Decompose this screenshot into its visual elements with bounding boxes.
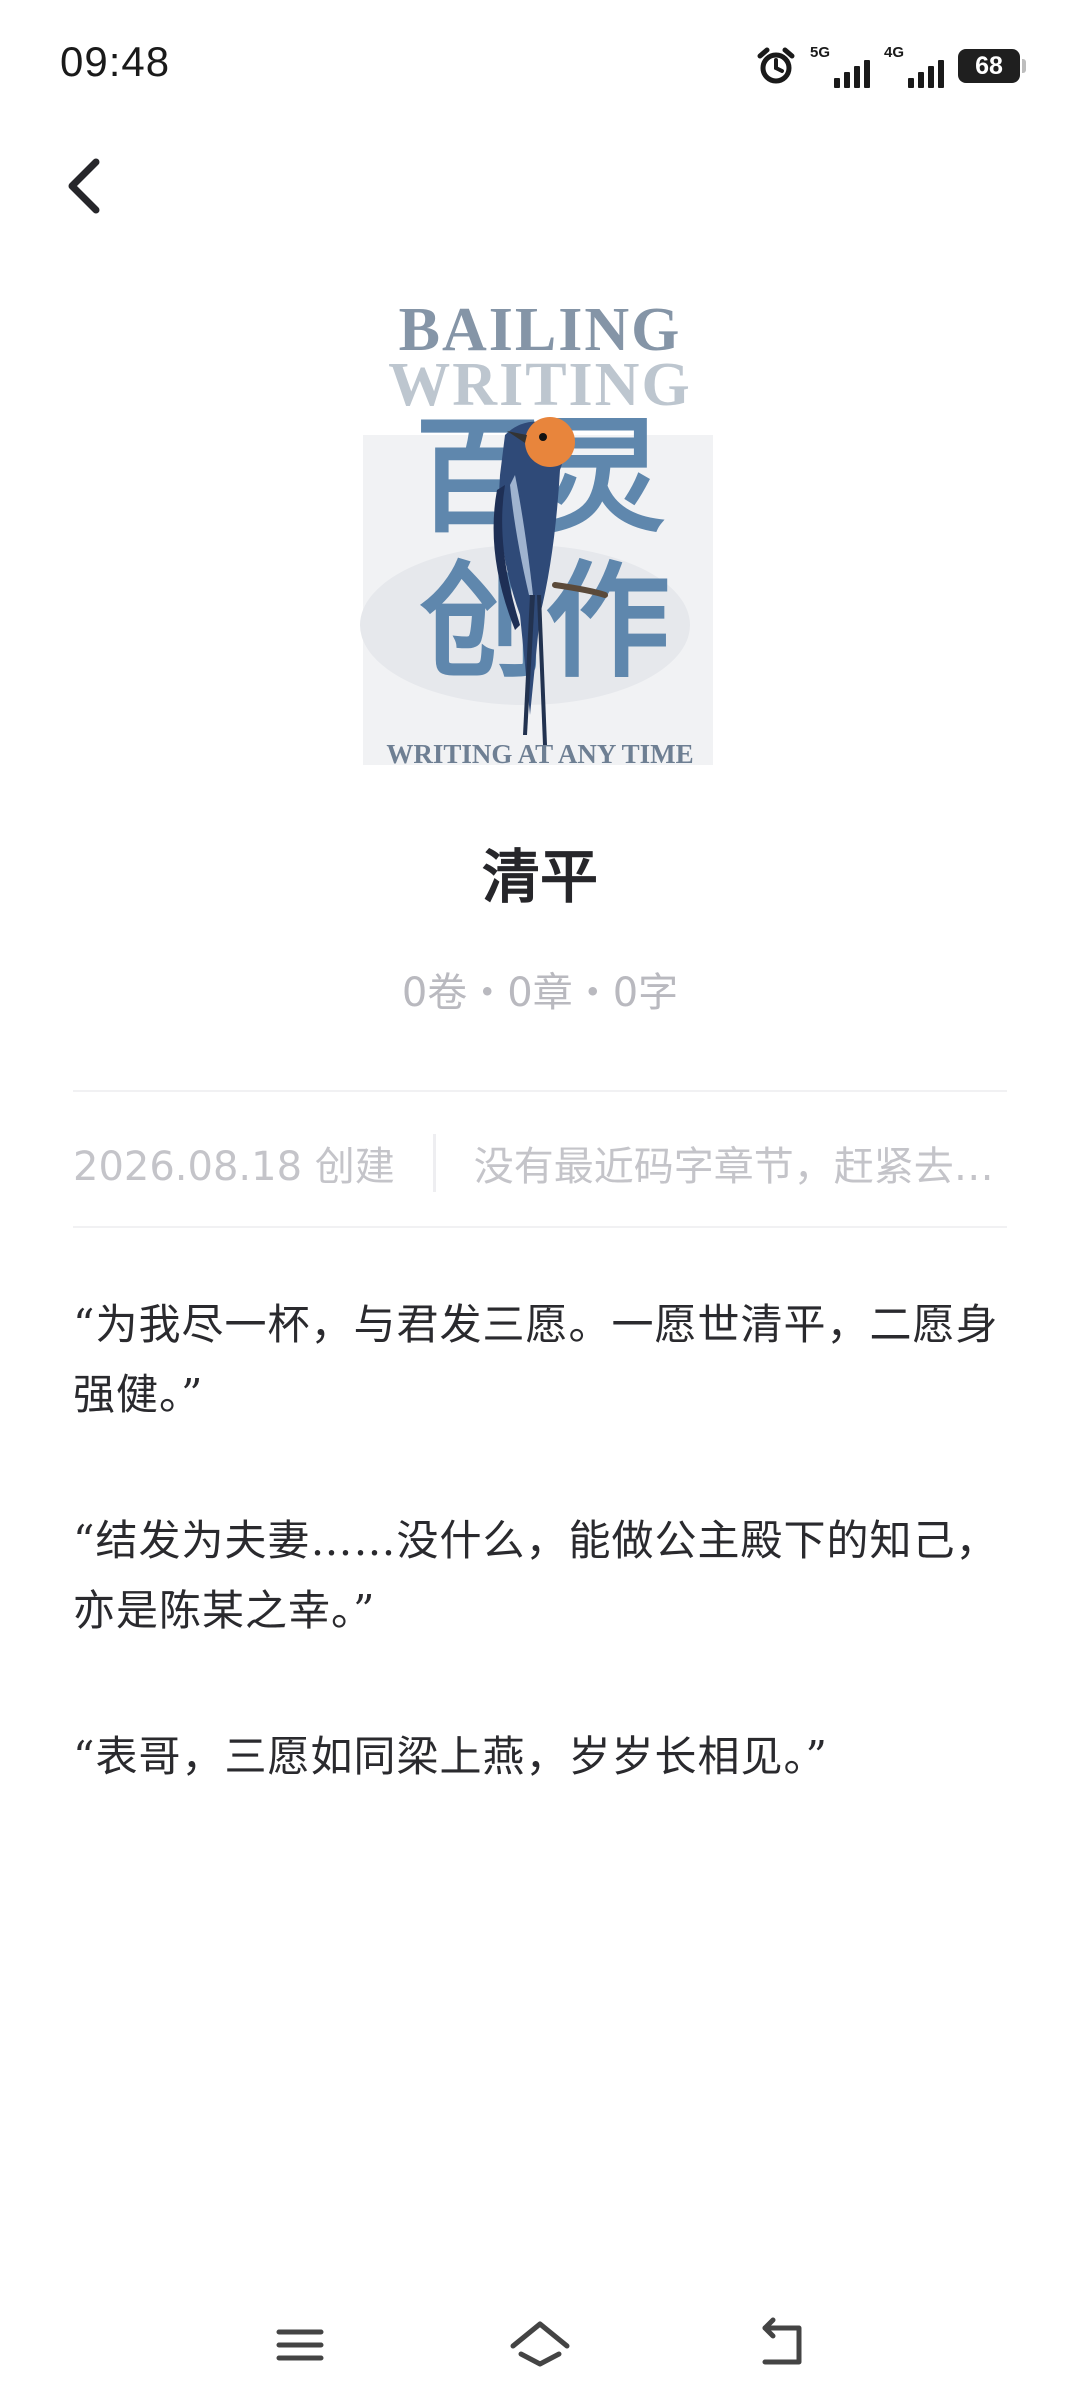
synopsis-paragraph: “表哥，三愿如同梁上燕，岁岁长相见。” [73,1732,828,1781]
book-title: 清平 [481,843,598,911]
system-back-button[interactable] [745,2310,815,2380]
recent-chapter-link[interactable]: 没有最近码字章节，赶紧去码字吧 [474,1134,1007,1192]
home-button[interactable] [505,2310,575,2380]
recent-apps-button[interactable] [265,2310,335,2380]
system-nav-bar [0,2290,1080,2400]
book-stats: 0卷・0章・0字 [401,970,679,1016]
cover-tagline: WRITING AT ANY TIME [386,739,693,769]
status-time: 09:48 [60,38,171,85]
book-cover[interactable]: BAILING WRITING 百灵 创作 WRITING AT ANY TIM… [355,295,725,775]
chevron-left-icon [68,158,100,214]
book-info-row: 2026.08.18 创建 没有最近码字章节，赶紧去码字吧 [73,1130,1007,1196]
synopsis-paragraph: “结发为夫妻……没什么，能做公主殿下的知己，亦是陈某之幸。” [73,1516,999,1635]
back-button[interactable] [52,150,122,220]
divider-bottom [73,1226,1007,1228]
network-type-label: 4G [884,44,905,61]
status-icons: 5G 4G 68 [756,44,1026,88]
status-bar: 09:48 5G 4G 68 [0,0,1080,130]
menu-icon [276,2329,324,2361]
synopsis-paragraph: “为我尽一杯，与君发三愿。一愿世清平，二愿身强健。” [73,1300,999,1419]
back-icon [762,2317,802,2365]
home-icon [510,2321,570,2367]
divider-top [73,1090,1007,1092]
cover-illustration: BAILING WRITING 百灵 创作 WRITING AT ANY TIM… [360,296,713,769]
battery-icon: 68 [958,49,1026,83]
network-type-label: 5G [810,44,831,61]
signal-4g-icon: 4G [884,44,944,88]
created-date: 2026.08.18 创建 [73,1144,395,1190]
signal-5g-icon: 5G [810,44,870,88]
info-separator [432,1134,436,1192]
book-synopsis: “为我尽一杯，与君发三愿。一愿世清平，二愿身强健。” “结发为夫妻……没什么，能… [73,1290,1007,1868]
alarm-icon [757,47,795,84]
